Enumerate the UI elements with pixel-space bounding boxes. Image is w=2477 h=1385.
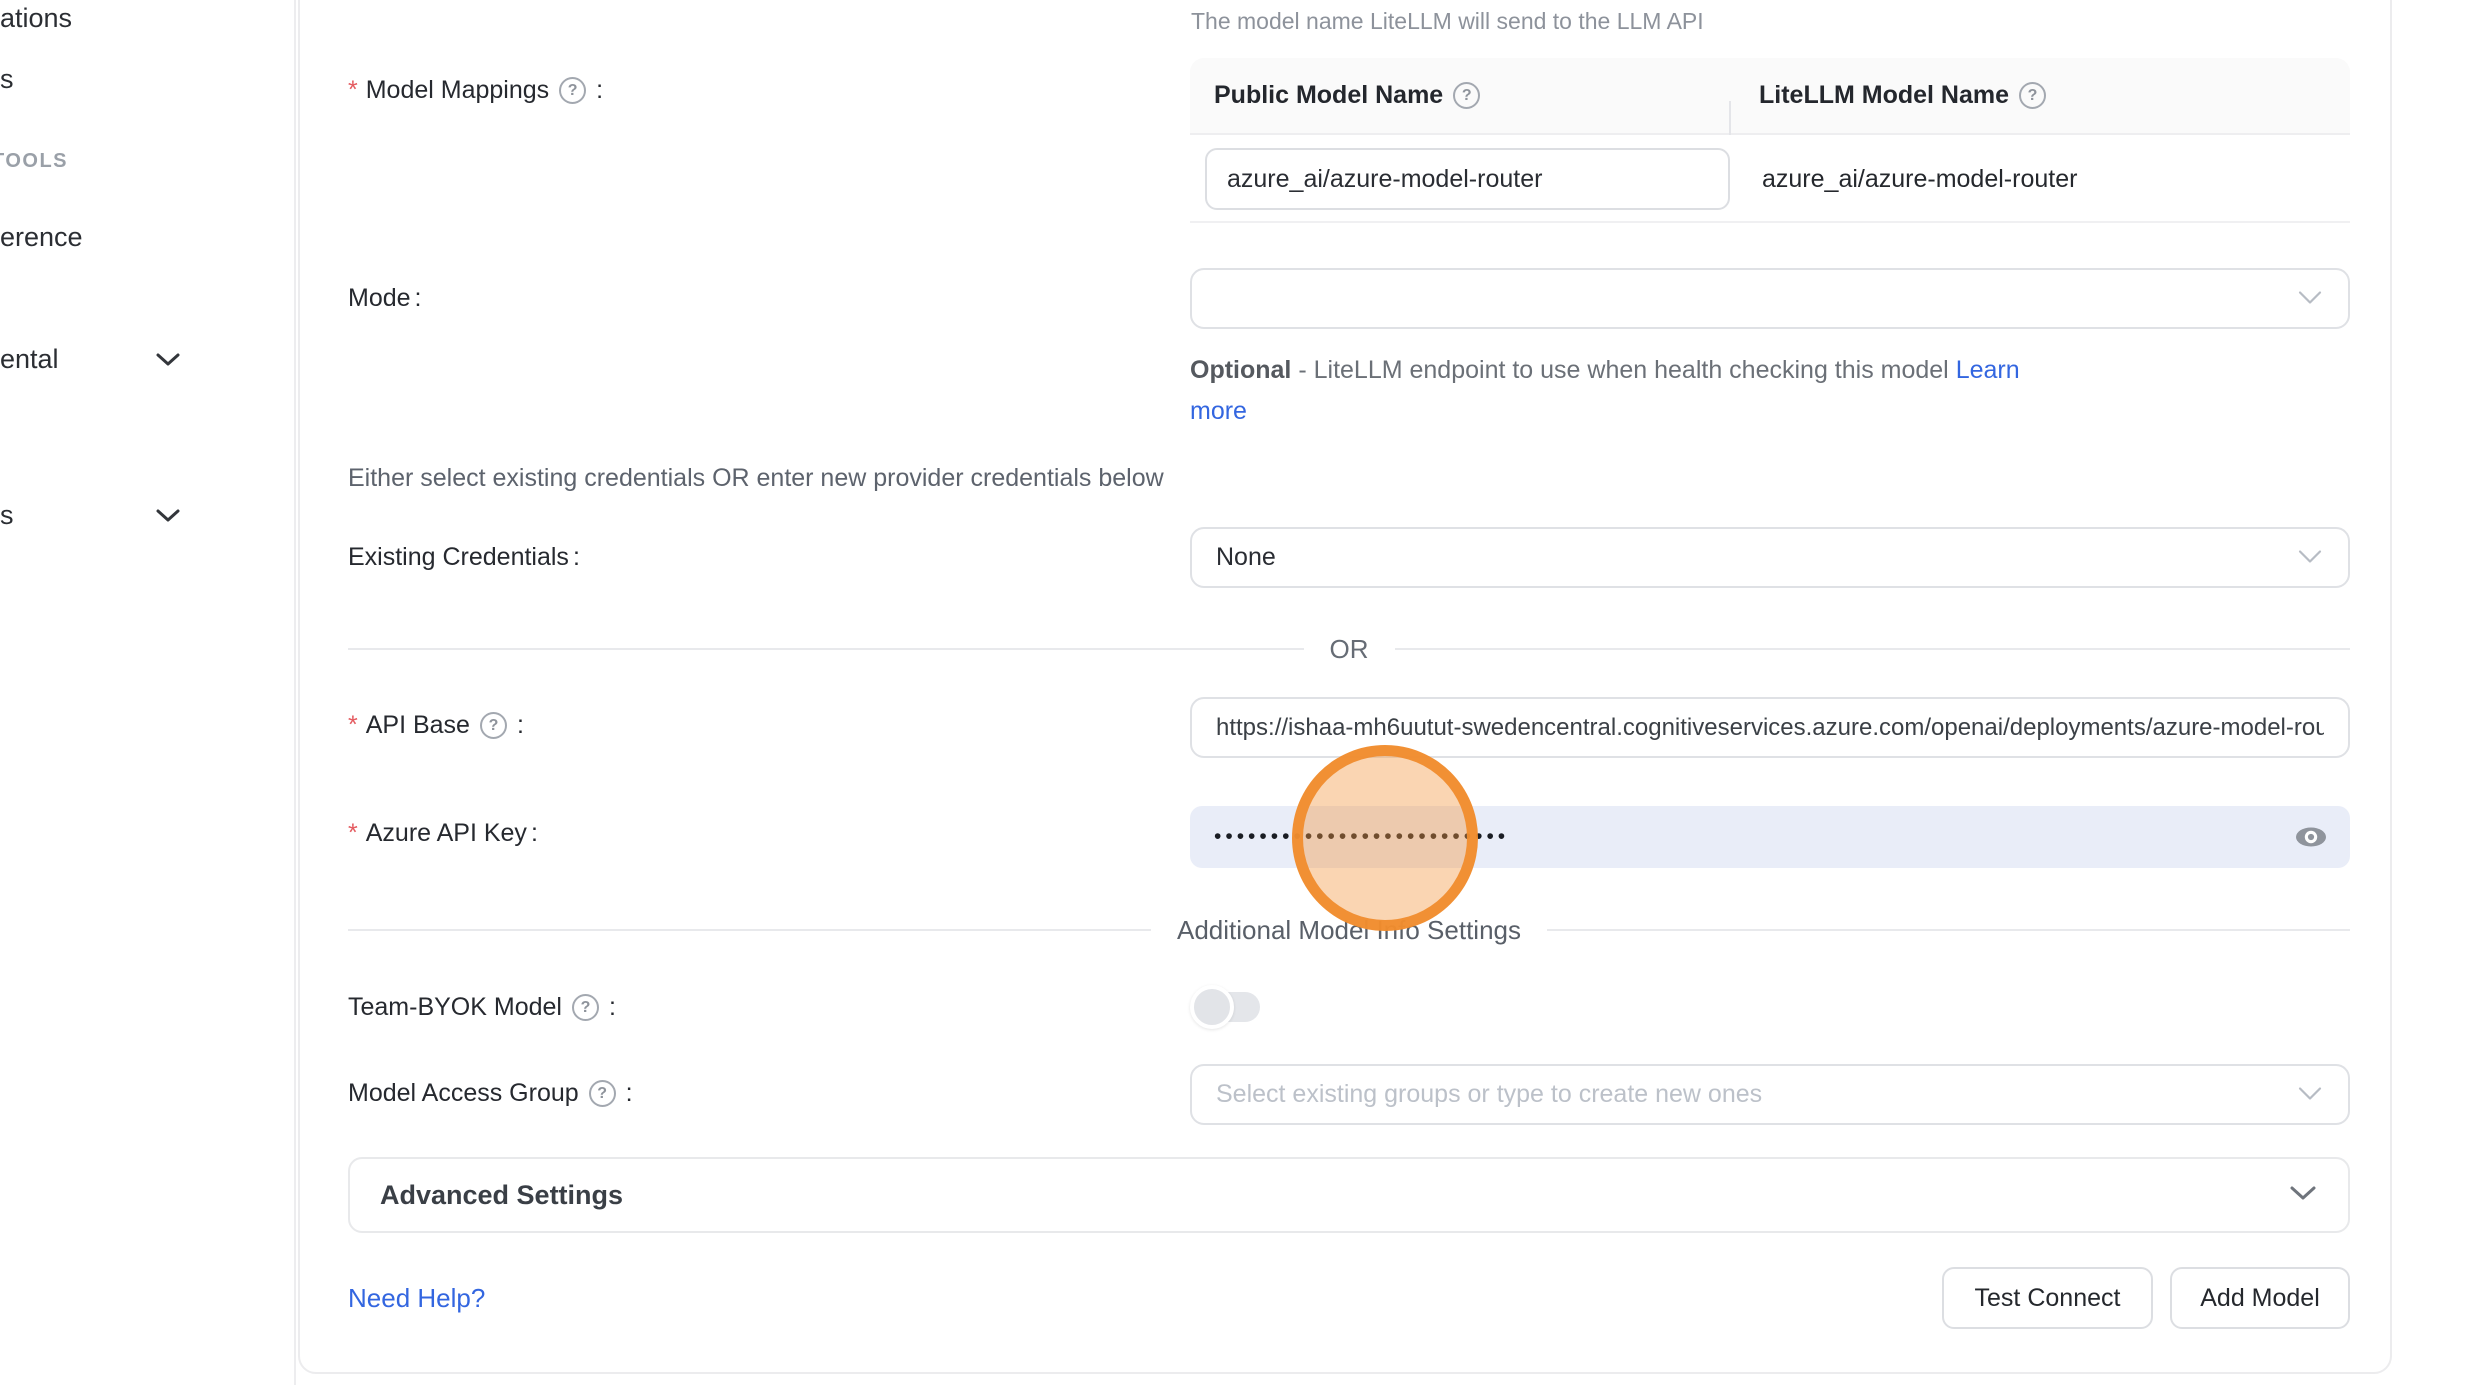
- colon: :: [609, 993, 616, 1022]
- model-mappings-table: Public Model Name ? LiteLLM Model Name ?…: [1190, 58, 2350, 223]
- add-model-button[interactable]: Add Model: [2170, 1267, 2350, 1329]
- click-indicator-circle: [1292, 745, 1478, 931]
- question-circle-icon[interactable]: ?: [559, 77, 586, 104]
- sidebar-section-tools: TOOLS: [0, 150, 68, 173]
- learn-more-link[interactable]: Learn: [1956, 356, 2020, 384]
- model-name-helper-text: The model name LiteLLM will send to the …: [1191, 8, 1704, 35]
- sidebar-item-clipped-5[interactable]: s: [0, 500, 14, 531]
- chevron-down-icon: [2296, 543, 2324, 572]
- mode-label-text: Mode: [348, 284, 411, 313]
- colon: :: [573, 543, 580, 572]
- public-model-name-input[interactable]: [1205, 148, 1730, 210]
- azure-api-key-label-text: Azure API Key: [366, 819, 527, 848]
- azure-api-key-label: * Azure API Key :: [348, 819, 538, 848]
- chevron-down-icon[interactable]: [155, 352, 181, 372]
- sidebar-item-clipped-3[interactable]: erence: [0, 222, 83, 253]
- model-mappings-label: * Model Mappings ? :: [348, 76, 603, 105]
- need-help-link[interactable]: Need Help?: [348, 1283, 485, 1314]
- credentials-instruction-text: Either select existing credentials OR en…: [348, 464, 1164, 493]
- advanced-settings-label: Advanced Settings: [380, 1180, 623, 1211]
- question-circle-icon[interactable]: ?: [2019, 82, 2046, 109]
- chevron-down-icon[interactable]: [155, 508, 181, 528]
- or-divider: OR: [348, 634, 2350, 664]
- model-access-group-label-text: Model Access Group: [348, 1079, 579, 1108]
- litellm-model-name-value: azure_ai/azure-model-router: [1762, 135, 2077, 223]
- model-access-group-placeholder: Select existing groups or type to create…: [1216, 1080, 1762, 1109]
- or-divider-text: OR: [1304, 634, 1395, 665]
- existing-credentials-label-text: Existing Credentials: [348, 543, 569, 572]
- divider-line: [348, 648, 1304, 650]
- required-asterisk: *: [348, 819, 358, 848]
- divider-line: [348, 929, 1151, 931]
- optional-text: - LiteLLM endpoint to use when health ch…: [1291, 356, 1955, 384]
- mode-helper-note: Optional - LiteLLM endpoint to use when …: [1190, 350, 2050, 432]
- sidebar-item-clipped-1[interactable]: ations: [0, 3, 72, 34]
- team-byok-label: Team-BYOK Model ? :: [348, 993, 616, 1022]
- divider-line: [1547, 929, 2350, 931]
- required-asterisk: *: [348, 76, 358, 105]
- existing-credentials-label: Existing Credentials :: [348, 543, 580, 572]
- chevron-down-icon: [2296, 284, 2324, 313]
- divider-line: [1395, 648, 2351, 650]
- mode-label: Mode :: [348, 284, 422, 313]
- advanced-settings-panel[interactable]: Advanced Settings: [348, 1157, 2350, 1233]
- sidebar-item-clipped-2[interactable]: s: [0, 64, 14, 95]
- existing-credentials-select[interactable]: None: [1190, 527, 2350, 588]
- mode-select[interactable]: [1190, 268, 2350, 329]
- existing-credentials-value: None: [1216, 543, 1276, 572]
- team-byok-label-text: Team-BYOK Model: [348, 993, 562, 1022]
- model-access-group-select[interactable]: Select existing groups or type to create…: [1190, 1064, 2350, 1125]
- test-connect-button[interactable]: Test Connect: [1942, 1267, 2153, 1329]
- question-circle-icon[interactable]: ?: [572, 994, 599, 1021]
- public-model-name-header: Public Model Name ?: [1190, 81, 1731, 110]
- add-model-screen: ations s TOOLS erence ental s The model …: [0, 0, 2477, 1385]
- eye-icon[interactable]: [2294, 826, 2328, 848]
- question-circle-icon[interactable]: ?: [589, 1080, 616, 1107]
- api-base-label-text: API Base: [366, 711, 470, 740]
- sidebar: ations s TOOLS erence ental s: [0, 0, 296, 1385]
- table-header-row: Public Model Name ? LiteLLM Model Name ?: [1190, 58, 2350, 135]
- sidebar-item-clipped-4[interactable]: ental: [0, 344, 59, 375]
- table-row: azure_ai/azure-model-router: [1190, 135, 2350, 223]
- colon: :: [415, 284, 422, 313]
- toggle-knob: [1190, 985, 1234, 1029]
- required-asterisk: *: [348, 711, 358, 740]
- chevron-down-icon: [2288, 1184, 2318, 1207]
- chevron-down-icon: [2296, 1080, 2324, 1109]
- colon: :: [517, 711, 524, 740]
- litellm-model-name-header-text: LiteLLM Model Name: [1759, 81, 2009, 110]
- question-circle-icon[interactable]: ?: [1453, 82, 1480, 109]
- api-base-label: * API Base ? :: [348, 711, 524, 740]
- litellm-model-name-header: LiteLLM Model Name ?: [1731, 81, 2350, 110]
- team-byok-toggle[interactable]: [1190, 985, 1260, 1029]
- learn-more-link[interactable]: more: [1190, 397, 1247, 425]
- model-mappings-label-text: Model Mappings: [366, 76, 549, 105]
- model-access-group-label: Model Access Group ? :: [348, 1079, 633, 1108]
- optional-bold: Optional: [1190, 356, 1291, 384]
- question-circle-icon[interactable]: ?: [480, 712, 507, 739]
- colon: :: [626, 1079, 633, 1108]
- colon: :: [596, 76, 603, 105]
- public-model-name-header-text: Public Model Name: [1214, 81, 1443, 110]
- colon: :: [531, 819, 538, 848]
